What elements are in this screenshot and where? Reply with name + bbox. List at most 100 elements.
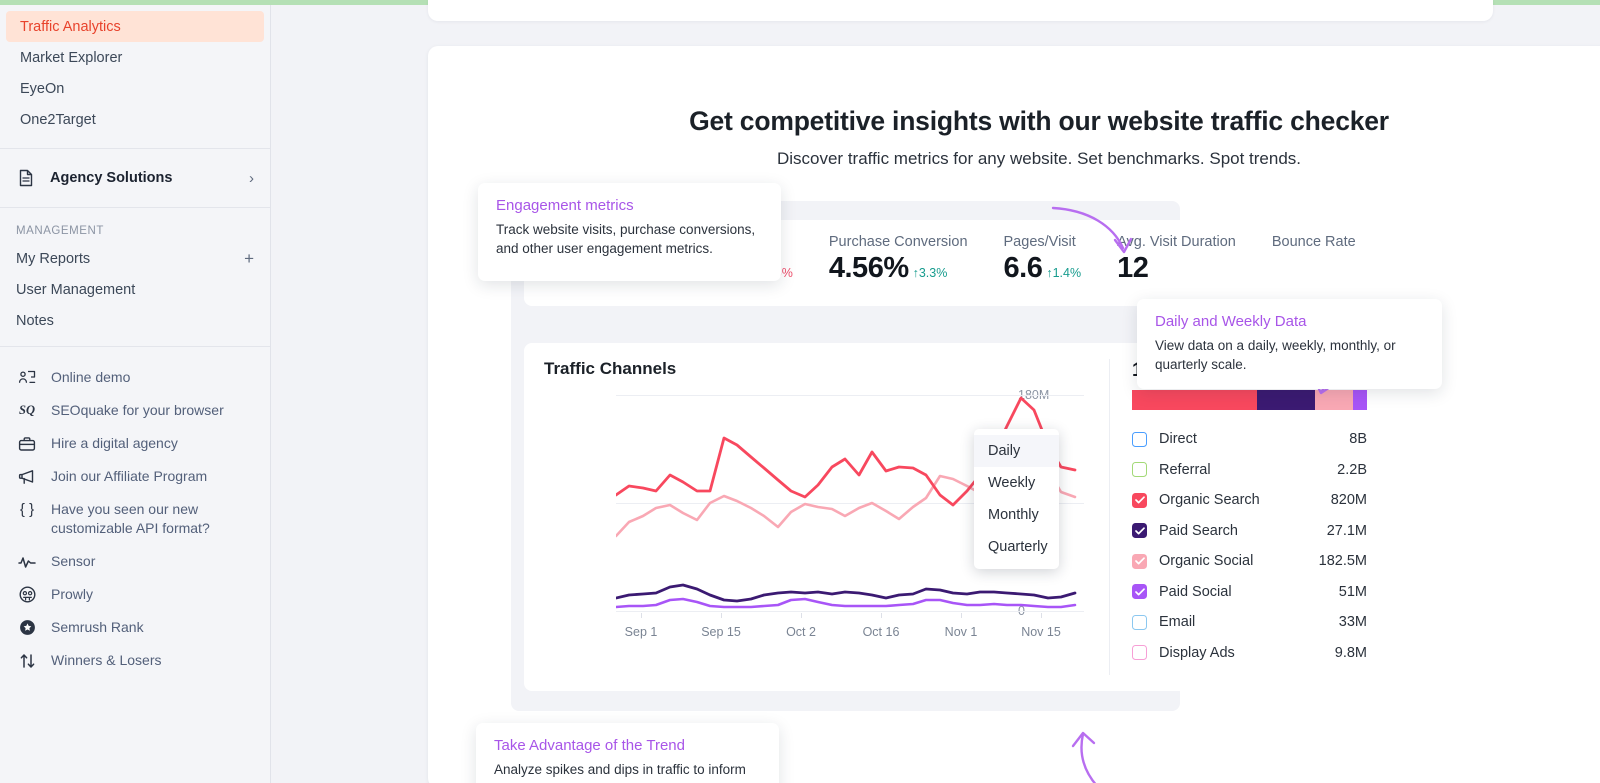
tool-label: Semrush Rank <box>51 619 144 635</box>
checkbox-display-ads[interactable] <box>1132 645 1147 661</box>
sidebar-divider <box>0 148 270 149</box>
sidebar-item-eyeon[interactable]: EyeOn <box>6 73 264 104</box>
checkbox-email[interactable] <box>1132 614 1147 630</box>
dropdown-option-quarterly[interactable]: Quarterly <box>974 531 1059 563</box>
stack-seg-organic-search <box>1132 390 1257 410</box>
x-tick-label-0: Sep 1 <box>624 625 658 639</box>
checkbox-referral[interactable] <box>1132 462 1147 478</box>
sidebar-item-api-format[interactable]: { } Have you seen our new customizable A… <box>0 493 270 545</box>
sidebar-item-winners-losers[interactable]: Winners & Losers <box>0 644 270 677</box>
sidebar-item-prowly[interactable]: Prowly <box>0 578 270 611</box>
tool-label: Join our Affiliate Program <box>51 468 208 484</box>
sidebar-item-label: Market Explorer <box>20 49 123 66</box>
sidebar-item-online-demo[interactable]: Online demo <box>0 361 270 394</box>
traffic-channels-card: Traffic Channels Last 3 months ▼ Daily ▼… <box>524 343 1398 691</box>
legend-label: Display Ads <box>1159 644 1235 661</box>
metric-delta: ↑1.4% <box>1046 266 1082 280</box>
legend-value: 2.2B <box>1337 461 1367 478</box>
metric-label: Purchase Conversion <box>828 234 968 250</box>
dropdown-option-weekly[interactable]: Weekly <box>974 467 1059 499</box>
dropdown-option-monthly[interactable]: Monthly <box>974 499 1059 531</box>
sidebar-item-label: Traffic Analytics <box>20 18 121 35</box>
legend-value: 33M <box>1338 614 1367 631</box>
granularity-dropdown-menu[interactable]: Daily Weekly Monthly Quarterly <box>974 429 1059 569</box>
metric-value: 6.6 <box>1003 252 1043 284</box>
sidebar-tools-list: Online demo SQ SEOquake for your browser… <box>0 353 270 677</box>
checkbox-organic-social[interactable] <box>1132 553 1147 569</box>
legend-label: Paid Search <box>1159 522 1238 539</box>
tooltip-body: Track website visits, purchase conversio… <box>496 222 756 256</box>
legend-row-paid-search[interactable]: Paid Search 27.1M <box>1132 516 1367 547</box>
sidebar-item-my-reports[interactable]: My Reports + <box>0 243 270 274</box>
online-demo-icon <box>16 368 38 387</box>
sidebar-divider-3 <box>0 346 270 347</box>
plus-icon[interactable]: + <box>244 250 254 267</box>
legend-value: 8B <box>1349 431 1367 448</box>
x-tick-label-1: Sep 15 <box>701 625 741 639</box>
dropdown-option-daily[interactable]: Daily <box>974 435 1059 467</box>
sidebar-item-traffic-analytics[interactable]: Traffic Analytics <box>6 11 264 42</box>
tool-label: Have you seen our new customizable API f… <box>51 501 210 536</box>
tool-label: SEOquake for your browser <box>51 402 224 418</box>
legend-row-email[interactable]: Email 33M <box>1132 607 1367 638</box>
legend-value: 820M <box>1330 492 1367 509</box>
metric-delta: ↑3.3% <box>912 266 948 280</box>
star-badge-icon <box>16 618 38 637</box>
sidebar-item-label: EyeOn <box>20 80 65 97</box>
legend-row-organic-social[interactable]: Organic Social 182.5M <box>1132 546 1367 577</box>
tooltip-engagement-metrics: Engagement metrics Track website visits,… <box>478 183 781 281</box>
chart-title: Traffic Channels <box>544 359 677 378</box>
megaphone-icon <box>16 467 38 486</box>
tooltip-heading: Daily and Weekly Data <box>1155 313 1307 330</box>
metric-value: 4.56% <box>828 252 909 284</box>
x-tick-label-5: Nov 15 <box>1021 625 1061 639</box>
main-content: Get competitive insights with our websit… <box>271 0 1600 783</box>
checkbox-paid-social[interactable] <box>1132 584 1147 600</box>
channels-legend: 11B Direct 8B Referral <box>1109 359 1377 675</box>
briefcase-icon <box>16 434 38 453</box>
legend-value: 51M <box>1338 583 1367 600</box>
legend-row-display-ads[interactable]: Display Ads 9.8M <box>1132 638 1367 669</box>
sidebar-item-sensor[interactable]: Sensor <box>0 545 270 578</box>
legend-row-referral[interactable]: Referral 2.2B <box>1132 455 1367 486</box>
sidebar-item-market-explorer[interactable]: Market Explorer <box>6 42 264 73</box>
legend-label: Organic Search <box>1159 492 1260 509</box>
sidebar-item-label: One2Target <box>20 111 96 128</box>
legend-label: Paid Social <box>1159 583 1232 600</box>
tooltip-heading: Engagement metrics <box>496 197 634 214</box>
sidebar-primary-nav: Traffic Analytics Market Explorer EyeOn … <box>0 5 270 142</box>
pulse-icon <box>16 552 38 571</box>
sidebar-item-user-management[interactable]: User Management <box>0 274 270 305</box>
sidebar-item-one2target[interactable]: One2Target <box>6 104 264 135</box>
tool-label: Winners & Losers <box>51 652 162 668</box>
legend-label: Direct <box>1159 431 1197 448</box>
legend-row-direct[interactable]: Direct 8B <box>1132 424 1367 455</box>
sidebar-item-seoquake[interactable]: SQ SEOquake for your browser <box>0 394 270 427</box>
tool-label: Online demo <box>51 369 131 385</box>
sidebar-item-semrush-rank[interactable]: Semrush Rank <box>0 611 270 644</box>
chevron-right-icon: › <box>249 169 254 187</box>
sidebar-item-hire-agency[interactable]: Hire a digital agency <box>0 427 270 460</box>
curly-braces-icon: { } <box>19 501 35 518</box>
document-icon <box>16 168 36 188</box>
legend-label: Organic Social <box>1159 553 1254 570</box>
x-tick-label-4: Nov 1 <box>944 625 978 639</box>
notes-label: Notes <box>16 312 54 329</box>
checkbox-direct[interactable] <box>1132 431 1147 447</box>
seoquake-icon: SQ <box>19 403 35 417</box>
agency-solutions-label: Agency Solutions <box>50 170 173 186</box>
legend-row-organic-search[interactable]: Organic Search 820M <box>1132 485 1367 516</box>
metric-bounce-rate: Bounce Rate <box>1272 234 1356 285</box>
tool-label: Hire a digital agency <box>51 435 178 451</box>
legend-row-paid-social[interactable]: Paid Social 51M <box>1132 577 1367 608</box>
top-partial-card <box>428 0 1493 21</box>
metric-label: Bounce Rate <box>1271 234 1356 250</box>
sidebar-item-affiliate-program[interactable]: Join our Affiliate Program <box>0 460 270 493</box>
sidebar-item-agency-solutions[interactable]: Agency Solutions › <box>0 155 270 201</box>
checkbox-paid-search[interactable] <box>1132 523 1147 539</box>
sidebar-item-notes[interactable]: Notes <box>0 305 270 336</box>
checkbox-organic-search[interactable] <box>1132 492 1147 508</box>
legend-value: 182.5M <box>1318 553 1367 570</box>
legend-label: Email <box>1159 614 1196 631</box>
prowly-icon <box>16 585 38 604</box>
